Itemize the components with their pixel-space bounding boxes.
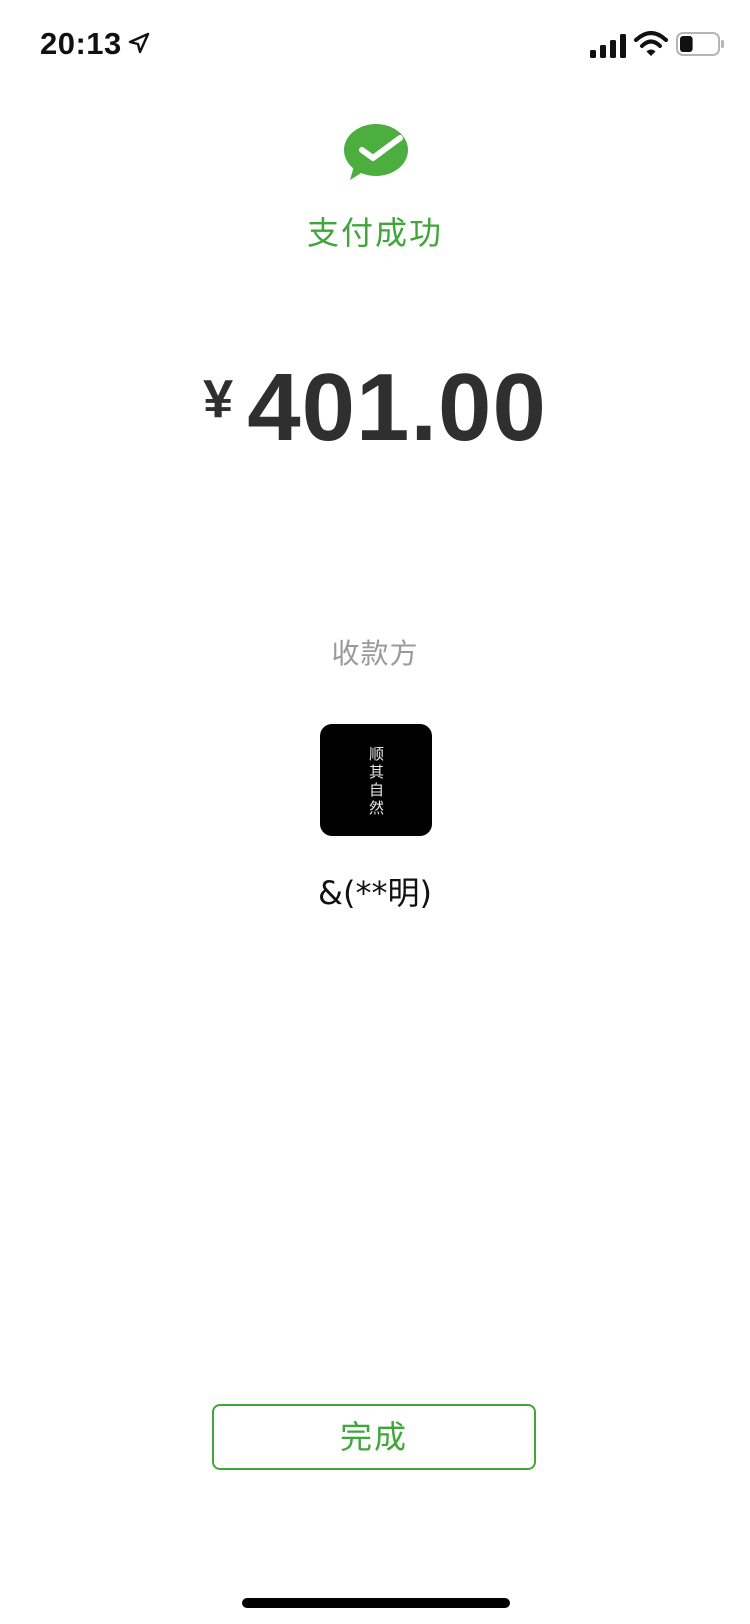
payment-success-title: 支付成功 <box>306 214 443 252</box>
home-indicator[interactable] <box>242 1598 510 1608</box>
currency-symbol: ¥ <box>203 369 234 429</box>
status-time: 20:13 <box>40 26 122 61</box>
amount-row: ¥401.00 <box>0 360 750 456</box>
payee-avatar: 顺其自然 <box>320 724 432 836</box>
cellular-signal-icon <box>590 34 626 58</box>
wifi-icon <box>634 31 668 56</box>
avatar-calligraphy-text: 顺其自然 <box>367 746 385 818</box>
payment-amount: 401.00 <box>247 354 547 461</box>
payee-label: 收款方 <box>331 637 419 670</box>
done-button[interactable]: 完成 <box>212 1404 536 1470</box>
payee-name: &(**明) <box>318 874 432 912</box>
status-bar: 20:13 <box>0 0 750 88</box>
wechat-pay-icon <box>344 124 408 180</box>
location-arrow-icon <box>128 32 150 54</box>
battery-icon <box>676 32 724 56</box>
